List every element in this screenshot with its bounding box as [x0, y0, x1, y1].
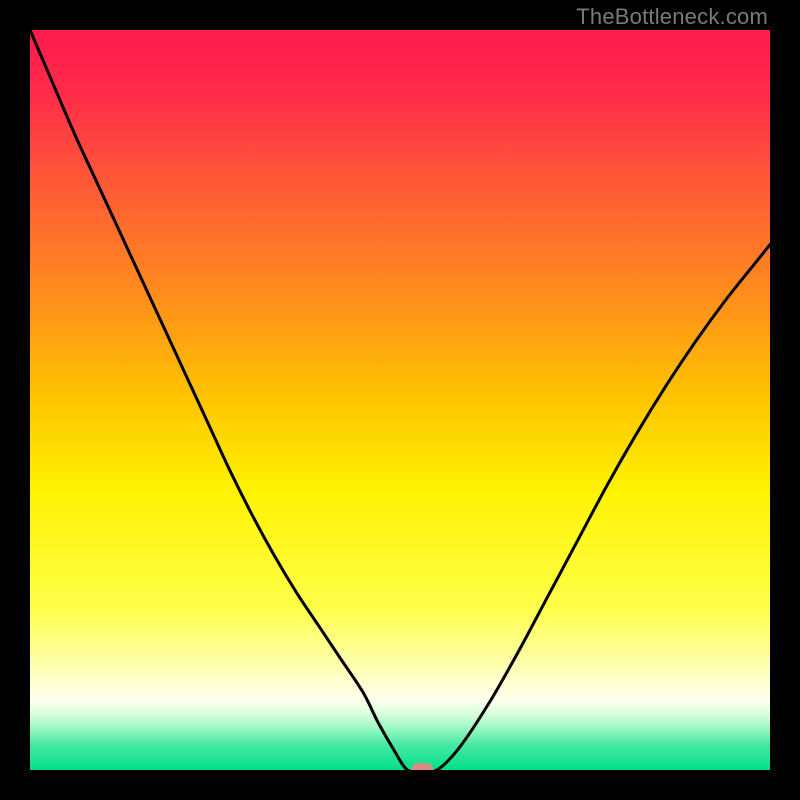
chart-frame: TheBottleneck.com	[0, 0, 800, 800]
attribution-text: TheBottleneck.com	[576, 4, 768, 30]
optimum-marker	[411, 763, 433, 770]
plot-area	[30, 30, 770, 770]
bottleneck-curve	[30, 30, 770, 770]
